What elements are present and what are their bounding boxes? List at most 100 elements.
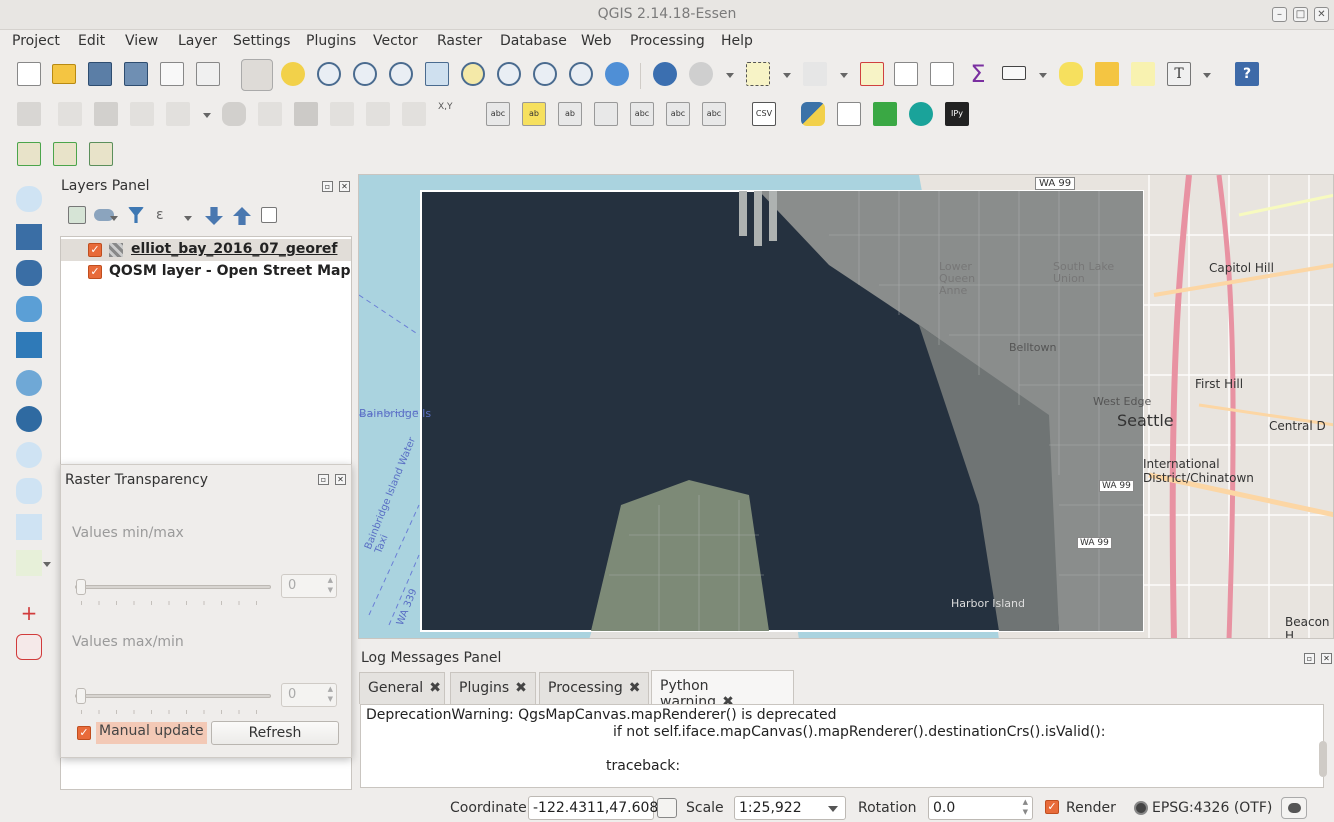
copy-features-icon[interactable]: [366, 102, 390, 126]
menu-project[interactable]: Project: [12, 33, 60, 49]
spin-up-icon[interactable]: ▲: [328, 685, 333, 693]
min-max-slider-handle[interactable]: [76, 579, 86, 595]
menu-edit[interactable]: Edit: [78, 33, 105, 49]
filter-legend-icon[interactable]: [128, 207, 144, 223]
menu-layer[interactable]: Layer: [178, 33, 217, 49]
tab-processing[interactable]: Processing ✖: [539, 672, 649, 704]
tab-general[interactable]: General ✖: [359, 672, 445, 704]
min-max-slider[interactable]: [75, 585, 271, 589]
statistics-sum-icon[interactable]: Σ: [966, 62, 990, 86]
add-delimited-text-layer-icon[interactable]: [16, 478, 42, 504]
close-panel-icon[interactable]: ✕: [339, 181, 350, 192]
float-panel-icon[interactable]: ▫: [318, 474, 329, 485]
tab-python-warning[interactable]: Python warning ✖: [651, 670, 794, 710]
chevron-down-icon[interactable]: [840, 73, 848, 78]
add-virtual-layer-icon[interactable]: [16, 514, 42, 540]
node-tool-2-icon[interactable]: [258, 102, 282, 126]
chevron-down-icon[interactable]: [783, 73, 791, 78]
select-features-icon[interactable]: [746, 62, 770, 86]
paste-features-icon[interactable]: [402, 102, 426, 126]
csw-icon[interactable]: CSV: [752, 102, 776, 126]
pan-to-selection-icon[interactable]: [281, 62, 305, 86]
delete-selected-icon[interactable]: [294, 102, 318, 126]
cut-features-icon[interactable]: [330, 102, 354, 126]
qosm-icon[interactable]: [909, 102, 933, 126]
manual-update-checkbox[interactable]: ✓: [77, 726, 91, 740]
add-wms-layer-icon[interactable]: [16, 370, 42, 396]
globe-icon[interactable]: [1134, 801, 1148, 815]
field-calculator-icon[interactable]: [930, 62, 954, 86]
zoom-out-icon[interactable]: [353, 62, 377, 86]
close-panel-icon[interactable]: ✕: [1321, 653, 1332, 664]
crs-label[interactable]: EPSG:4326 (OTF): [1152, 800, 1272, 816]
collapse-all-icon[interactable]: [233, 207, 251, 225]
close-tab-icon[interactable]: ✖: [429, 680, 441, 696]
toggle-editing-icon[interactable]: [58, 102, 82, 126]
tab-plugins[interactable]: Plugins ✖: [450, 672, 536, 704]
chevron-down-icon[interactable]: [203, 113, 211, 118]
log-text-area[interactable]: DeprecationWarning: QgsMapCanvas.mapRend…: [360, 704, 1327, 788]
help-icon[interactable]: ?: [1235, 62, 1259, 86]
filter-expression-icon[interactable]: ε: [156, 207, 174, 225]
python-console-icon[interactable]: [801, 102, 825, 126]
zoom-in-icon[interactable]: [317, 62, 341, 86]
menu-help[interactable]: Help: [721, 33, 753, 49]
add-spatialite-layer-icon[interactable]: [16, 296, 42, 322]
add-wcs-layer-icon[interactable]: [16, 406, 42, 432]
spin-down-icon[interactable]: ▼: [1023, 808, 1028, 816]
georeferencer-icon[interactable]: [89, 142, 113, 166]
crosshair-icon[interactable]: +: [16, 600, 42, 626]
layer-row-qosm[interactable]: ✓ QOSM layer - Open Street Map: [61, 261, 351, 283]
messages-icon[interactable]: [1281, 797, 1307, 819]
refresh-icon[interactable]: [605, 62, 629, 86]
render-checkbox[interactable]: ✓: [1045, 800, 1059, 814]
identify-icon[interactable]: [653, 62, 677, 86]
pin-labels-icon[interactable]: ab: [522, 102, 546, 126]
new-shapefile-icon[interactable]: [16, 550, 42, 576]
save-project-icon[interactable]: [88, 62, 112, 86]
minimize-button[interactable]: –: [1272, 7, 1287, 22]
move-feature-icon[interactable]: [166, 102, 190, 126]
max-min-slider[interactable]: [75, 694, 271, 698]
menu-view[interactable]: View: [125, 33, 158, 49]
add-line-layer-icon[interactable]: [53, 142, 77, 166]
min-max-spinbox[interactable]: 0 ▲ ▼: [281, 574, 337, 598]
deselect-icon[interactable]: [860, 62, 884, 86]
chevron-down-icon[interactable]: [726, 73, 734, 78]
close-button[interactable]: ✕: [1314, 7, 1329, 22]
scale-combobox[interactable]: 1:25,922: [734, 796, 846, 820]
menu-web[interactable]: Web: [581, 33, 612, 49]
layer-name[interactable]: QOSM layer - Open Street Map: [109, 263, 351, 279]
chevron-down-icon[interactable]: [1203, 73, 1211, 78]
action-icon[interactable]: [689, 62, 713, 86]
spin-down-icon[interactable]: ▼: [328, 695, 333, 703]
rotation-spinbox[interactable]: 0.0 ▲ ▼: [928, 796, 1033, 820]
node-tool-icon[interactable]: [222, 102, 246, 126]
menu-vector[interactable]: Vector: [373, 33, 418, 49]
open-project-icon[interactable]: [52, 64, 76, 84]
log-scrollbar[interactable]: [1319, 741, 1327, 777]
zoom-full-icon[interactable]: [425, 62, 449, 86]
add-group-icon[interactable]: [68, 206, 86, 224]
expand-all-icon[interactable]: [205, 207, 223, 225]
close-tab-icon[interactable]: ✖: [629, 680, 641, 696]
pointer-plugin-icon[interactable]: [873, 102, 897, 126]
geotag-photos-icon[interactable]: [837, 102, 861, 126]
highlight-pinned-labels-icon[interactable]: ab: [558, 102, 582, 126]
close-tab-icon[interactable]: ✖: [515, 680, 527, 696]
add-postgis-layer-icon[interactable]: [16, 260, 42, 286]
toggle-extents-icon[interactable]: [657, 798, 677, 818]
layer-name[interactable]: elliot_bay_2016_07_georef: [131, 241, 337, 257]
rotate-label-icon[interactable]: abc: [666, 102, 690, 126]
zoom-to-layer-icon[interactable]: [497, 62, 521, 86]
remove-layer-icon[interactable]: [261, 207, 277, 223]
max-min-spinbox[interactable]: 0 ▲ ▼: [281, 683, 337, 707]
show-bookmarks-icon[interactable]: [1131, 62, 1155, 86]
digitize-icon[interactable]: [16, 634, 42, 660]
add-wfs-layer-icon[interactable]: [16, 442, 42, 468]
add-feature-icon[interactable]: [130, 102, 154, 126]
save-edits-icon[interactable]: [94, 102, 118, 126]
show-hide-labels-icon[interactable]: [594, 102, 618, 126]
spin-up-icon[interactable]: ▲: [1023, 798, 1028, 806]
coordinate-field[interactable]: -122.4311,47.6084: [528, 796, 667, 820]
